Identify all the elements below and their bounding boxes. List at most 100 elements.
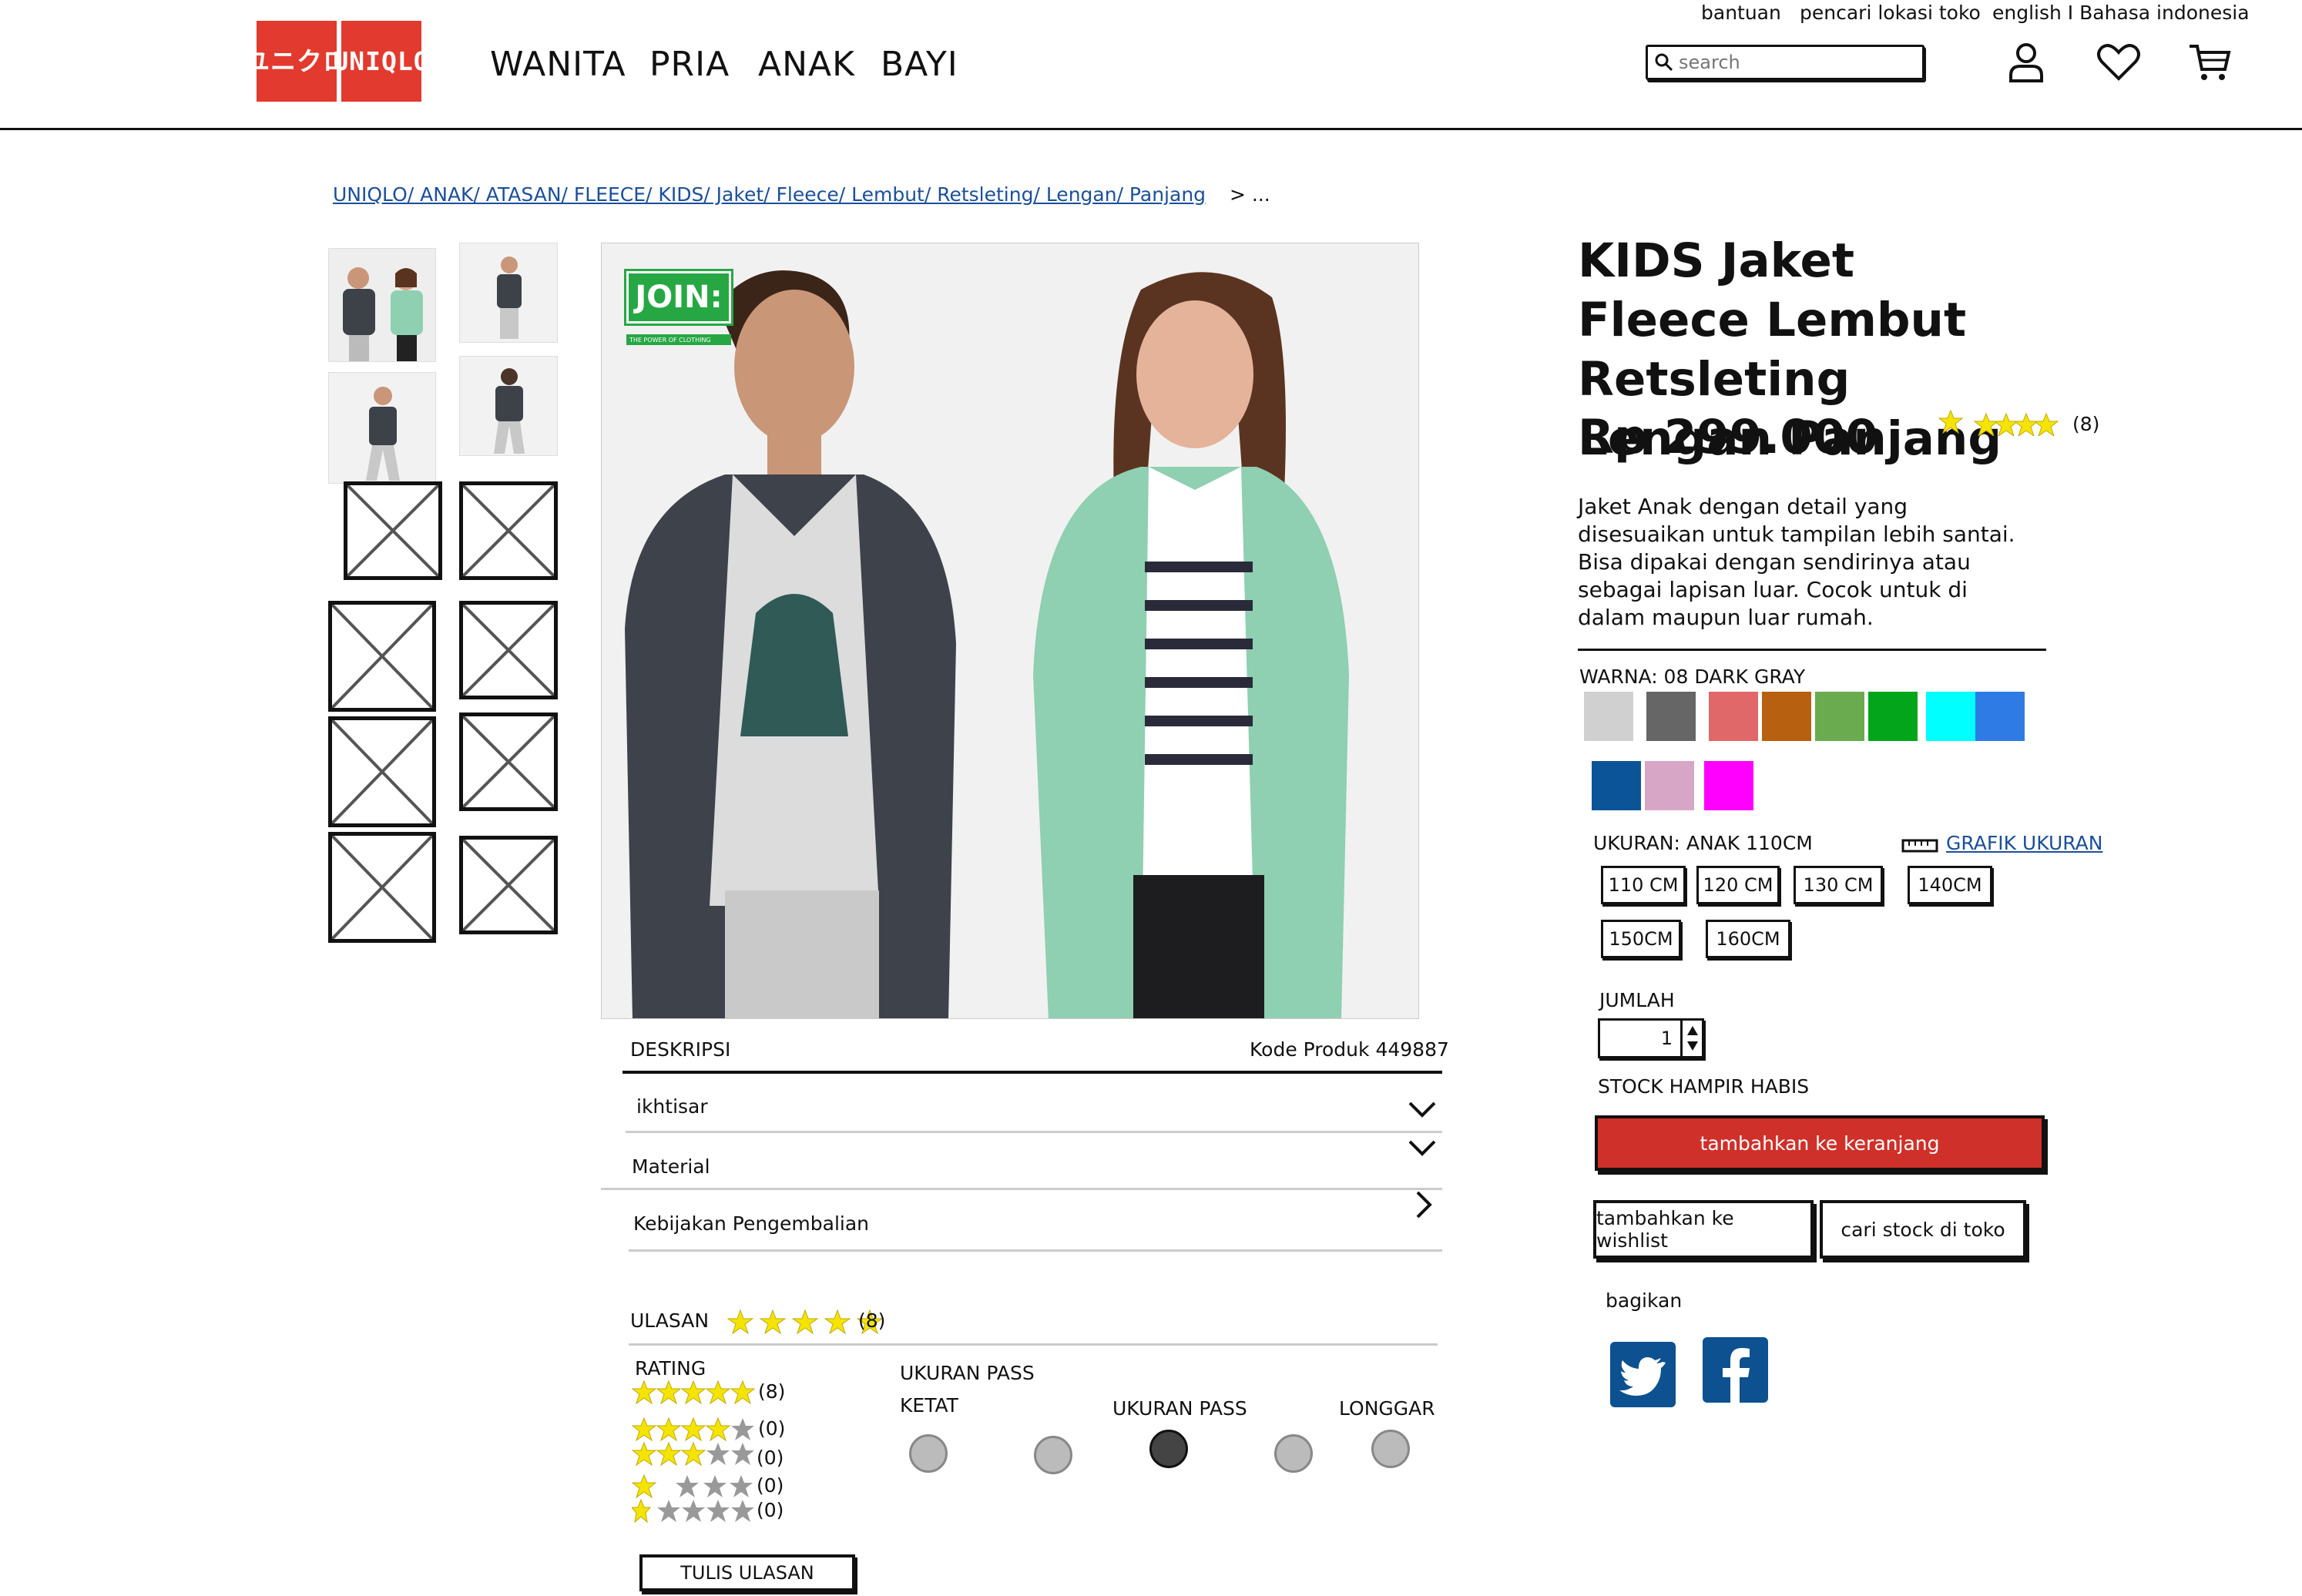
nav-wanita[interactable]: WANITA xyxy=(490,45,626,84)
nav-pria[interactable]: PRIA xyxy=(649,45,730,84)
color-swatch-blue[interactable] xyxy=(1975,692,2025,741)
size-chart-link[interactable]: GRAFIK UKURAN xyxy=(1946,832,2102,854)
nav-anak[interactable]: ANAK xyxy=(758,45,855,84)
color-swatch-pink[interactable] xyxy=(1645,761,1694,810)
reviews-divider xyxy=(629,1343,1438,1346)
fit-title: UKURAN PASS xyxy=(900,1362,1035,1384)
image-placeholder[interactable] xyxy=(344,481,442,580)
chevron-right-icon[interactable] xyxy=(1414,1189,1433,1220)
size-option-140[interactable]: 140CM xyxy=(1908,866,1992,904)
find-in-store-button[interactable]: cari stock di toko xyxy=(1820,1200,2026,1259)
image-placeholder[interactable] xyxy=(328,601,436,712)
write-review-button[interactable]: TULIS ULASAN xyxy=(639,1554,855,1591)
logo-latin: UNI QLO xyxy=(333,21,429,102)
accordion-overview[interactable]: ikhtisar xyxy=(636,1095,708,1118)
fit-option-4[interactable] xyxy=(1274,1434,1313,1473)
placeholder-cross-icon xyxy=(331,719,434,825)
row-divider xyxy=(629,1249,1442,1252)
thumbnail-1[interactable] xyxy=(328,248,436,362)
language-switch[interactable]: english I Bahasa indonesia xyxy=(1992,2,2250,24)
size-option-120[interactable]: 120 CM xyxy=(1696,866,1780,904)
fit-option-5[interactable] xyxy=(1371,1430,1410,1468)
image-placeholder[interactable] xyxy=(328,832,436,943)
add-to-wishlist-button[interactable]: tambahkan ke wishlist xyxy=(1593,1200,1814,1259)
help-link[interactable]: bantuan xyxy=(1701,2,1781,24)
placeholder-cross-icon xyxy=(346,484,440,578)
quantity-label: JUMLAH xyxy=(1599,989,1675,1011)
color-swatch-magenta[interactable] xyxy=(1704,761,1753,810)
breadcrumb[interactable]: UNIQLO/ ANAK/ ATASAN/ FLEECE/ KIDS/ Jake… xyxy=(333,183,1206,206)
color-swatch-green[interactable] xyxy=(1868,692,1918,741)
join-badge: JOIN: xyxy=(624,269,733,326)
rating-row-3[interactable] xyxy=(631,1441,755,1470)
accordion-material[interactable]: Material xyxy=(632,1155,710,1178)
thumbnail-2[interactable] xyxy=(459,243,558,343)
image-placeholder[interactable] xyxy=(459,601,558,699)
size-option-130[interactable]: 130 CM xyxy=(1794,866,1883,904)
quantity-arrows[interactable] xyxy=(1680,1021,1702,1056)
color-swatch-red[interactable] xyxy=(1709,692,1758,741)
rating-count-4: (0) xyxy=(758,1417,786,1440)
color-swatch-light-gray[interactable] xyxy=(1584,692,1633,741)
add-to-cart-button[interactable]: tambahkan ke keranjang xyxy=(1595,1115,2045,1171)
twitter-share-button[interactable] xyxy=(1610,1342,1676,1407)
thumbnail-4[interactable] xyxy=(459,356,558,456)
quantity-stepper[interactable]: 1 xyxy=(1598,1018,1704,1058)
quantity-value[interactable]: 1 xyxy=(1600,1028,1680,1049)
fit-loose-label: LONGGAR xyxy=(1339,1397,1435,1420)
cart-icon[interactable] xyxy=(2186,39,2233,85)
image-placeholder[interactable] xyxy=(459,712,558,811)
size-option-110[interactable]: 110 CM xyxy=(1601,866,1686,904)
join-badge-subtitle: THE POWER OF CLOTHING xyxy=(626,334,731,345)
row-divider xyxy=(626,1131,1442,1133)
color-swatch-olive[interactable] xyxy=(1815,692,1864,741)
color-swatch-brown[interactable] xyxy=(1762,692,1811,741)
product-code: Kode Produk 449887 xyxy=(1250,1038,1449,1061)
chevron-down-icon[interactable] xyxy=(1407,1100,1438,1120)
uniqlo-logo[interactable]: ユニ クロ UNI QLO xyxy=(244,21,429,102)
heart-icon[interactable] xyxy=(2096,39,2142,85)
product-description: Jaket Anak dengan detail yang disesuaika… xyxy=(1578,494,2015,630)
color-swatch-dark-gray[interactable] xyxy=(1646,692,1696,741)
rating-row-1[interactable] xyxy=(630,1498,755,1527)
facebook-icon xyxy=(1723,1348,1750,1403)
placeholder-cross-icon xyxy=(461,603,555,697)
details-divider xyxy=(622,1071,1442,1074)
color-swatch-navy[interactable] xyxy=(1592,761,1641,810)
rating-count-3: (0) xyxy=(757,1447,784,1469)
thumbnail-3[interactable] xyxy=(328,372,436,484)
rating-count-2: (0) xyxy=(757,1474,784,1497)
fit-option-1[interactable] xyxy=(909,1434,948,1473)
thumbnail-kids-image xyxy=(329,249,435,361)
search-box[interactable] xyxy=(1646,45,1924,80)
main-product-image[interactable]: JOIN: THE POWER OF CLOTHING xyxy=(601,243,1419,1019)
size-option-160[interactable]: 160CM xyxy=(1706,920,1790,958)
zero-star-icon xyxy=(630,1498,754,1524)
image-placeholder[interactable] xyxy=(459,481,558,580)
size-option-150[interactable]: 150CM xyxy=(1601,920,1681,958)
product-rating-count: (8) xyxy=(2072,413,2100,435)
image-placeholder[interactable] xyxy=(328,716,436,827)
up-down-arrow-icon xyxy=(1686,1026,1698,1051)
fit-option-2[interactable] xyxy=(1034,1436,1072,1474)
color-swatch-cyan[interactable] xyxy=(1926,692,1975,741)
accordion-return-policy[interactable]: Kebijakan Pengembalian xyxy=(633,1212,869,1235)
rating-label: RATING xyxy=(635,1357,706,1380)
nav-bayi[interactable]: BAYI xyxy=(881,45,958,84)
image-placeholder[interactable] xyxy=(459,836,558,934)
thumbnail-boy-front-image xyxy=(460,243,557,342)
store-locator-link[interactable]: pencari lokasi toko xyxy=(1800,2,1981,24)
facebook-share-button[interactable] xyxy=(1703,1337,1768,1403)
rating-count-1: (0) xyxy=(757,1499,784,1521)
kids-fleece-photo xyxy=(602,243,1418,1018)
product-rating-stars[interactable] xyxy=(1938,409,2060,439)
placeholder-cross-icon xyxy=(331,834,434,940)
chevron-down-icon[interactable] xyxy=(1407,1138,1438,1158)
search-input[interactable] xyxy=(1679,52,1910,73)
rating-row-2[interactable] xyxy=(631,1474,755,1502)
star-rating-icon xyxy=(1938,409,2059,438)
user-icon[interactable] xyxy=(2003,39,2049,85)
rating-row-5[interactable] xyxy=(631,1380,756,1408)
rating-row-4[interactable] xyxy=(631,1417,755,1445)
fit-option-3-selected[interactable] xyxy=(1149,1430,1188,1468)
